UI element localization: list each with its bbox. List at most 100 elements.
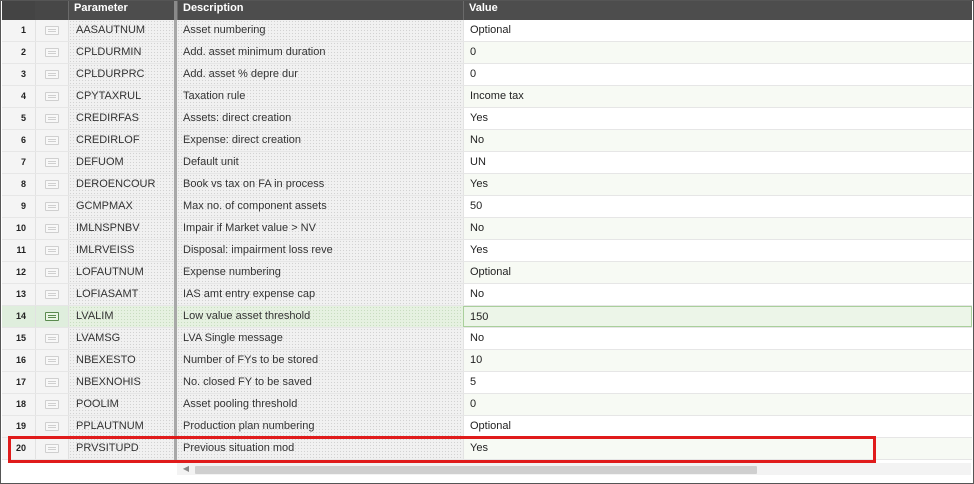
parameter-cell[interactable]: CPLDURPRC [68, 64, 174, 85]
row-detail-icon[interactable] [45, 70, 59, 79]
table-row[interactable]: 5 CREDIRFAS Assets: direct creation Yes [2, 108, 972, 130]
value-cell[interactable]: No [463, 130, 972, 151]
header-parameter[interactable]: Parameter [68, 1, 174, 20]
table-row[interactable]: 15 LVAMSG LVA Single message No [2, 328, 972, 350]
description-cell[interactable]: Taxation rule [177, 86, 463, 107]
parameter-cell[interactable]: IMLRVEISS [68, 240, 174, 261]
row-detail-icon[interactable] [45, 422, 59, 431]
header-value[interactable]: Value [463, 1, 972, 20]
row-detail-icon[interactable] [45, 312, 59, 321]
value-cell[interactable]: Optional [463, 262, 972, 283]
parameter-cell[interactable]: LOFIASAMT [68, 284, 174, 305]
parameter-cell[interactable]: CPYTAXRUL [68, 86, 174, 107]
value-cell[interactable]: No [463, 328, 972, 349]
value-cell[interactable]: 0 [463, 394, 972, 415]
row-detail-icon[interactable] [45, 136, 59, 145]
value-cell[interactable]: No [463, 218, 972, 239]
description-cell[interactable]: Max no. of component assets [177, 196, 463, 217]
table-row[interactable]: 20 PRVSITUPD Previous situation mod Yes [2, 438, 972, 460]
table-row[interactable]: 3 CPLDURPRC Add. asset % depre dur 0 [2, 64, 972, 86]
parameter-cell[interactable]: CREDIRLOF [68, 130, 174, 151]
description-cell[interactable]: Low value asset threshold [177, 306, 463, 327]
value-cell[interactable]: Yes [463, 174, 972, 195]
row-detail-icon[interactable] [45, 48, 59, 57]
parameter-cell[interactable]: GCMPMAX [68, 196, 174, 217]
row-detail-icon[interactable] [45, 400, 59, 409]
description-cell[interactable]: Production plan numbering [177, 416, 463, 437]
scroll-left-icon[interactable]: ◀ [181, 465, 191, 473]
parameter-cell[interactable]: LOFAUTNUM [68, 262, 174, 283]
horizontal-scrollbar[interactable]: ◀ [177, 463, 971, 475]
description-cell[interactable]: Impair if Market value > NV [177, 218, 463, 239]
row-detail-icon[interactable] [45, 180, 59, 189]
parameter-cell[interactable]: NBEXESTO [68, 350, 174, 371]
row-detail-icon[interactable] [45, 114, 59, 123]
row-detail-icon[interactable] [45, 290, 59, 299]
value-cell[interactable]: 0 [463, 64, 972, 85]
row-detail-icon[interactable] [45, 92, 59, 101]
row-detail-icon[interactable] [45, 202, 59, 211]
table-row[interactable]: 17 NBEXNOHIS No. closed FY to be saved 5 [2, 372, 972, 394]
description-cell[interactable]: Expense: direct creation [177, 130, 463, 151]
value-cell[interactable]: Yes [463, 438, 972, 459]
description-cell[interactable]: Add. asset minimum duration [177, 42, 463, 63]
row-detail-icon[interactable] [45, 246, 59, 255]
parameter-cell[interactable]: PPLAUTNUM [68, 416, 174, 437]
parameter-cell[interactable]: PRVSITUPD [68, 438, 174, 459]
table-row[interactable]: 13 LOFIASAMT IAS amt entry expense cap No [2, 284, 972, 306]
table-row[interactable]: 4 CPYTAXRUL Taxation rule Income tax [2, 86, 972, 108]
row-detail-icon[interactable] [45, 158, 59, 167]
description-cell[interactable]: Previous situation mod [177, 438, 463, 459]
scrollbar-thumb[interactable] [195, 466, 757, 474]
table-row[interactable]: 19 PPLAUTNUM Production plan numbering Opti… [2, 416, 972, 438]
table-row[interactable]: 9 GCMPMAX Max no. of component assets 50 [2, 196, 972, 218]
table-row[interactable]: 11 IMLRVEISS Disposal: impairment loss rev… [2, 240, 972, 262]
value-cell[interactable]: 10 [463, 350, 972, 371]
table-row[interactable]: 6 CREDIRLOF Expense: direct creation No [2, 130, 972, 152]
table-row[interactable]: 8 DEROENCOUR Book vs tax on FA in process Y… [2, 174, 972, 196]
table-row[interactable]: 14 LVALIM Low value asset threshold 150 [2, 306, 972, 328]
table-row[interactable]: 2 CPLDURMIN Add. asset minimum duration 0 [2, 42, 972, 64]
table-row[interactable]: 12 LOFAUTNUM Expense numbering Optional [2, 262, 972, 284]
value-cell[interactable]: No [463, 284, 972, 305]
parameter-cell[interactable]: DEFUOM [68, 152, 174, 173]
row-detail-icon[interactable] [45, 378, 59, 387]
description-cell[interactable]: Asset pooling threshold [177, 394, 463, 415]
description-cell[interactable]: Assets: direct creation [177, 108, 463, 129]
parameter-cell[interactable]: CPLDURMIN [68, 42, 174, 63]
row-detail-icon[interactable] [45, 268, 59, 277]
row-detail-icon[interactable] [45, 334, 59, 343]
description-cell[interactable]: Expense numbering [177, 262, 463, 283]
table-row[interactable]: 16 NBEXESTO Number of FYs to be stored 10 [2, 350, 972, 372]
row-detail-icon[interactable] [45, 356, 59, 365]
table-row[interactable]: 10 IMLNSPNBV Impair if Market value > NV No [2, 218, 972, 240]
row-detail-icon[interactable] [45, 444, 59, 453]
row-detail-icon[interactable] [45, 224, 59, 233]
description-cell[interactable]: No. closed FY to be saved [177, 372, 463, 393]
description-cell[interactable]: Add. asset % depre dur [177, 64, 463, 85]
description-cell[interactable]: Number of FYs to be stored [177, 350, 463, 371]
value-cell[interactable]: UN [463, 152, 972, 173]
parameter-cell[interactable]: CREDIRFAS [68, 108, 174, 129]
table-row[interactable]: 7 DEFUOM Default unit UN [2, 152, 972, 174]
parameter-cell[interactable]: POOLIM [68, 394, 174, 415]
table-row[interactable]: 18 POOLIM Asset pooling threshold 0 [2, 394, 972, 416]
table-row[interactable]: 1 AASAUTNUM Asset numbering Optional [2, 20, 972, 42]
description-cell[interactable]: IAS amt entry expense cap [177, 284, 463, 305]
parameter-cell[interactable]: NBEXNOHIS [68, 372, 174, 393]
value-cell[interactable]: 0 [463, 42, 972, 63]
parameter-cell[interactable]: LVAMSG [68, 328, 174, 349]
description-cell[interactable]: Default unit [177, 152, 463, 173]
parameter-cell[interactable]: AASAUTNUM [68, 20, 174, 41]
description-cell[interactable]: Asset numbering [177, 20, 463, 41]
parameter-cell[interactable]: IMLNSPNBV [68, 218, 174, 239]
parameter-cell[interactable]: DEROENCOUR [68, 174, 174, 195]
row-detail-icon[interactable] [45, 26, 59, 35]
value-cell[interactable]: Yes [463, 108, 972, 129]
header-description[interactable]: Description [177, 1, 463, 20]
value-cell[interactable]: Income tax [463, 86, 972, 107]
value-cell[interactable]: 50 [463, 196, 972, 217]
value-cell[interactable]: Optional [463, 20, 972, 41]
description-cell[interactable]: LVA Single message [177, 328, 463, 349]
value-cell[interactable]: Yes [463, 240, 972, 261]
